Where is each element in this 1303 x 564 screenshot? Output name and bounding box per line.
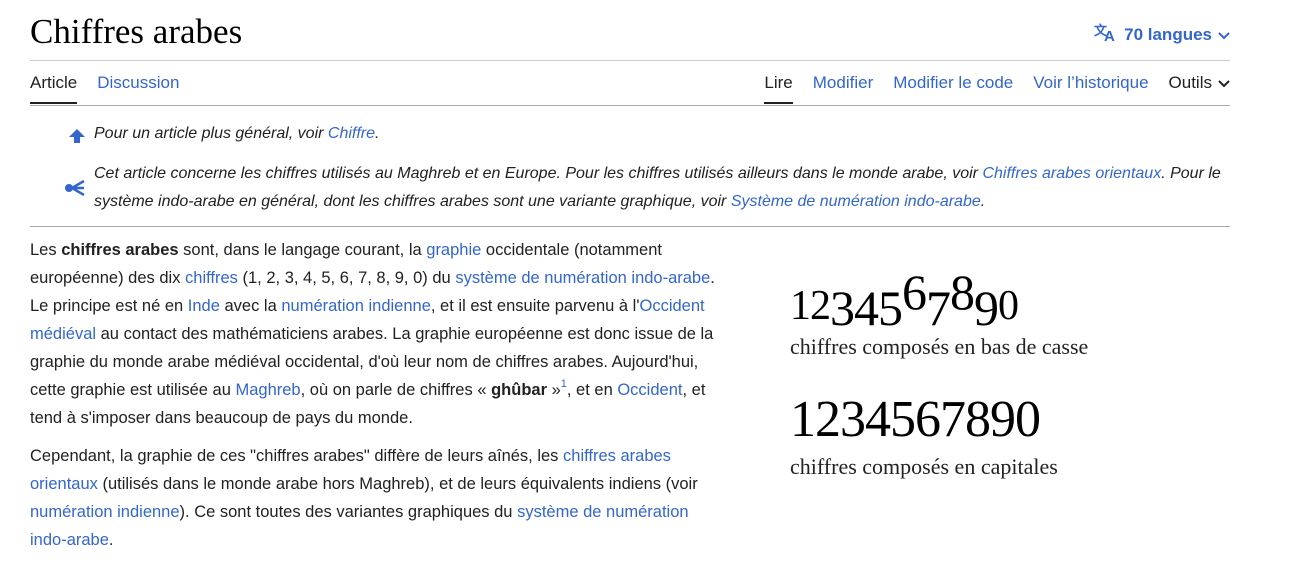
paragraph-intro: Les chiffres arabes sont, dans le langag… bbox=[30, 241, 715, 427]
oldstyle-digit: 9 bbox=[974, 280, 999, 336]
oldstyle-digit: 6 bbox=[902, 264, 927, 320]
tab-article[interactable]: Article bbox=[30, 61, 78, 104]
arrow-up-icon bbox=[68, 126, 86, 154]
lining-digits: 1234567890 bbox=[790, 391, 1041, 448]
oldstyle-digit: 1 bbox=[790, 283, 811, 329]
language-selector[interactable]: 文A 70 langues bbox=[1094, 22, 1230, 47]
oldstyle-digit: 8 bbox=[950, 264, 975, 320]
hatnote-disambiguation: Cet article concerne les chiffres utilis… bbox=[30, 160, 1230, 216]
chevron-down-icon bbox=[1218, 25, 1230, 45]
language-count: 70 langues bbox=[1124, 24, 1212, 44]
tools-label: Outils bbox=[1168, 72, 1212, 92]
oldstyle-digit: 4 bbox=[854, 280, 879, 336]
link-systeme-indo-arabe[interactable]: système de numération indo-arabe bbox=[455, 269, 710, 287]
svg-text:A: A bbox=[1104, 28, 1115, 42]
caption-lowercase: chiffres composés en bas de casse bbox=[790, 334, 1089, 359]
page-title: Chiffres arabes bbox=[30, 12, 243, 51]
link-inde[interactable]: Inde bbox=[188, 297, 220, 315]
digits-figure[interactable]: 1234567890 chiffres composés en bas de c… bbox=[790, 266, 1210, 480]
link-maghreb[interactable]: Maghreb bbox=[235, 381, 300, 399]
link-graphie[interactable]: graphie bbox=[426, 241, 481, 259]
oldstyle-digit: 5 bbox=[878, 280, 903, 336]
oldstyle-digit: 3 bbox=[830, 280, 855, 336]
link-chiffre[interactable]: Chiffre bbox=[328, 125, 375, 142]
link-occident[interactable]: Occident bbox=[617, 381, 682, 399]
oldstyle-digit: 7 bbox=[926, 280, 951, 336]
tab-read[interactable]: Lire bbox=[764, 61, 793, 104]
chevron-down-icon bbox=[1218, 61, 1230, 105]
hatnotes: Pour un article plus général, voir Chiff… bbox=[30, 120, 1230, 227]
link-numeration-indienne[interactable]: numération indienne bbox=[281, 297, 431, 315]
tab-discussion[interactable]: Discussion bbox=[97, 61, 179, 104]
translate-icon: 文A bbox=[1094, 22, 1118, 47]
hatnote-general: Pour un article plus général, voir Chiff… bbox=[30, 120, 1230, 154]
disambiguation-icon bbox=[64, 178, 86, 206]
article-body: Les chiffres arabes sont, dans le langag… bbox=[30, 236, 720, 564]
tab-edit[interactable]: Modifier bbox=[813, 61, 873, 104]
oldstyle-digit: 2 bbox=[810, 283, 831, 329]
tab-history[interactable]: Voir l’historique bbox=[1033, 61, 1148, 104]
caption-capitals: chiffres composés en capitales bbox=[790, 454, 1058, 479]
oldstyle-digit: 0 bbox=[998, 283, 1019, 329]
link-chiffres-arabes-orientaux[interactable]: Chiffres arabes orientaux bbox=[982, 165, 1161, 182]
tab-edit-code[interactable]: Modifier le code bbox=[893, 61, 1013, 104]
link-chiffres[interactable]: chiffres bbox=[185, 269, 238, 287]
tools-menu[interactable]: Outils bbox=[1169, 61, 1230, 104]
link-systeme-numeration[interactable]: Système de numération indo-arabe bbox=[731, 193, 981, 210]
link-numeration-indienne-2[interactable]: numération indienne bbox=[30, 503, 180, 521]
page-tabs: Article Discussion Lire Modifier Modifie… bbox=[30, 60, 1230, 106]
paragraph-second: Cependant, la graphie de ces "chiffres a… bbox=[30, 447, 698, 549]
oldstyle-digits: 1234567890 bbox=[790, 266, 1210, 334]
